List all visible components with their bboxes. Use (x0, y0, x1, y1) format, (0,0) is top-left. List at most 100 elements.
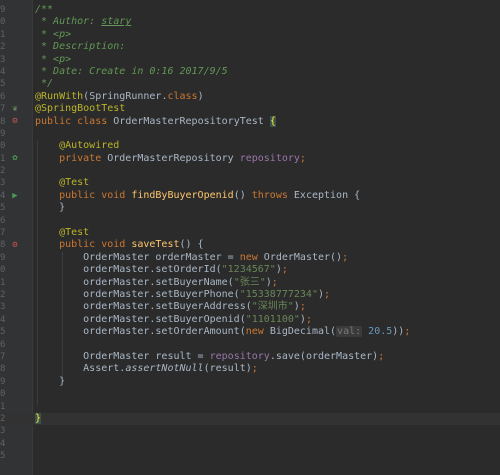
code-token: * Author: (35, 16, 102, 28)
code-token: @Test (35, 177, 90, 189)
run-bug-icon[interactable]: ⚙ (10, 240, 20, 250)
code-text: @RunWith(SpringRunner.class) (35, 91, 204, 103)
code-token: .save(orderMaster) (269, 350, 379, 362)
code-line[interactable]: 5 */ (0, 78, 500, 90)
line-number: 0 (0, 17, 5, 28)
code-token: * <p> (35, 53, 72, 65)
code-token: { (269, 115, 276, 127)
code-token: ; (299, 152, 306, 164)
code-token: } (35, 202, 66, 214)
code-line[interactable]: 6 (0, 215, 500, 227)
code-text: * <p> (35, 29, 71, 41)
code-token: orderMaster.setOrderId( (35, 264, 222, 276)
code-line[interactable]: 9 (0, 128, 500, 140)
line-number: 0 (0, 265, 5, 276)
code-line[interactable]: 0 orderMaster.setOrderId("1234567"); (0, 264, 500, 276)
line-number: 3 (0, 54, 5, 65)
code-line[interactable]: 3 orderMaster.setBuyerAddress("深圳市"); (0, 301, 500, 313)
code-line[interactable]: 1 (0, 401, 500, 413)
code-token: OrderMaster orderMaster = (35, 251, 240, 263)
code-token: ; (281, 264, 288, 276)
code-line[interactable]: 8 Assert.assertNotNull(result); (0, 363, 500, 375)
code-token: "15338777234" (239, 288, 318, 300)
line-number: 2 (0, 166, 5, 177)
code-text: orderMaster.setBuyerOpenid("1101100"); (35, 314, 312, 326)
line-number: 7 (0, 104, 5, 115)
code-line[interactable]: 9 /** (0, 4, 500, 16)
code-token: } (35, 375, 66, 387)
code-line[interactable]: 4 (0, 438, 500, 450)
line-number: 1 (0, 277, 5, 288)
code-line[interactable]: 0 @Autowired (0, 140, 500, 152)
code-line[interactable]: 5 } (0, 202, 500, 214)
code-token: OrderMaster result = (35, 350, 210, 362)
code-line[interactable]: 1 * <p> (0, 29, 500, 41)
code-token: ) (197, 90, 204, 102)
code-token: repository (209, 350, 270, 362)
code-token: * <p> (35, 28, 72, 40)
code-line[interactable]: 2 * Description: (0, 41, 500, 53)
line-number: 5 (0, 203, 5, 214)
code-token: new (245, 326, 270, 338)
code-line[interactable]: 8 ⚙ public void saveTest() { (0, 239, 500, 251)
line-number: 9 (0, 376, 5, 387)
run-icon[interactable]: ▶ (10, 191, 20, 201)
code-line[interactable]: 3 * <p> (0, 54, 500, 66)
code-line[interactable]: 2 (0, 165, 500, 177)
run-bug-icon[interactable]: ⚙ (10, 116, 20, 127)
code-line[interactable]: 7 ❦ @SpringBootTest (0, 103, 500, 115)
code-text: orderMaster.setOrderId("1234567"); (35, 264, 288, 276)
code-editor[interactable]: 9/** 0 * Author: stary 1 * <p> 2 * Descript… (0, 4, 500, 462)
bean-icon[interactable]: ✿ (10, 153, 20, 164)
code-token: public void (35, 189, 132, 201)
code-token: saveTest (131, 239, 180, 251)
code-text: * <p> (35, 54, 71, 66)
code-line[interactable]: 9 } (0, 376, 500, 388)
code-line[interactable]: 7 @Test (0, 227, 500, 239)
line-number: 2 (0, 289, 5, 300)
code-text: } (35, 412, 42, 425)
code-token: throws (251, 189, 294, 201)
code-token: stary (101, 16, 132, 28)
code-text: * Author: stary (35, 16, 131, 28)
code-token: orderMaster.setBuyerName( (35, 276, 234, 288)
code-line[interactable]: 2 orderMaster.setBuyerPhone("15338777234… (0, 289, 500, 301)
code-line[interactable]: 5 (0, 450, 500, 462)
code-line[interactable]: 1 orderMaster.setBuyerName("张三"); (0, 277, 500, 289)
code-line[interactable]: 0 (0, 388, 500, 400)
code-line[interactable]: 6 (0, 339, 500, 351)
code-line[interactable]: 7 OrderMaster result = repository.save(o… (0, 351, 500, 363)
code-token: ; (299, 301, 306, 313)
code-line[interactable]: 3 @Test (0, 177, 500, 189)
code-line[interactable]: 1 ✿ private OrderMasterRepository reposit… (0, 153, 500, 165)
line-number: 4 (0, 438, 5, 449)
code-text: Assert.assertNotNull(result); (35, 363, 258, 375)
code-line[interactable]: 9 OrderMaster orderMaster = new OrderMas… (0, 252, 500, 264)
line-number: 6 (0, 339, 5, 350)
code-line[interactable]: 6 @RunWith(SpringRunner.class) (0, 91, 500, 103)
code-line[interactable]: 5 orderMaster.setOrderAmount(new BigDeci… (0, 326, 500, 338)
line-number: 3 (0, 178, 5, 189)
line-number: 7 (0, 351, 5, 362)
code-text: public void findByBuyerOpenid() throws E… (35, 190, 360, 202)
code-text: public void saveTest() { (35, 239, 204, 251)
code-token: val: (336, 326, 363, 338)
code-token: * Description: (35, 41, 126, 53)
code-line[interactable]: 3 (0, 425, 500, 437)
code-token: * Date: Create in 0:16 2017/9/5 (35, 65, 228, 77)
code-token: (result) (203, 363, 252, 375)
code-line[interactable]: 8 ⚙ public class OrderMasterRepositoryTest… (0, 115, 500, 128)
code-token: assertNotNull (125, 363, 204, 375)
code-token: /** (35, 4, 54, 15)
spring-leaf-icon[interactable]: ❦ (10, 104, 20, 114)
code-line[interactable]: 4 ▶ public void findByBuyerOpenid() throw… (0, 190, 500, 202)
code-token: "1101100" (245, 313, 300, 325)
code-token: OrderMasterRepositoryTest (113, 115, 270, 127)
code-line[interactable]: 2} (0, 412, 500, 426)
code-line[interactable]: 4 orderMaster.setBuyerOpenid("1101100"); (0, 314, 500, 326)
code-text: orderMaster.setBuyerAddress("深圳市"); (35, 301, 306, 313)
code-text: * Date: Create in 0:16 2017/9/5 (35, 66, 228, 78)
code-line[interactable]: 0 * Author: stary (0, 16, 500, 28)
code-line[interactable]: 4 * Date: Create in 0:16 2017/9/5 (0, 66, 500, 78)
code-token: orderMaster.setBuyerOpenid( (35, 313, 246, 325)
